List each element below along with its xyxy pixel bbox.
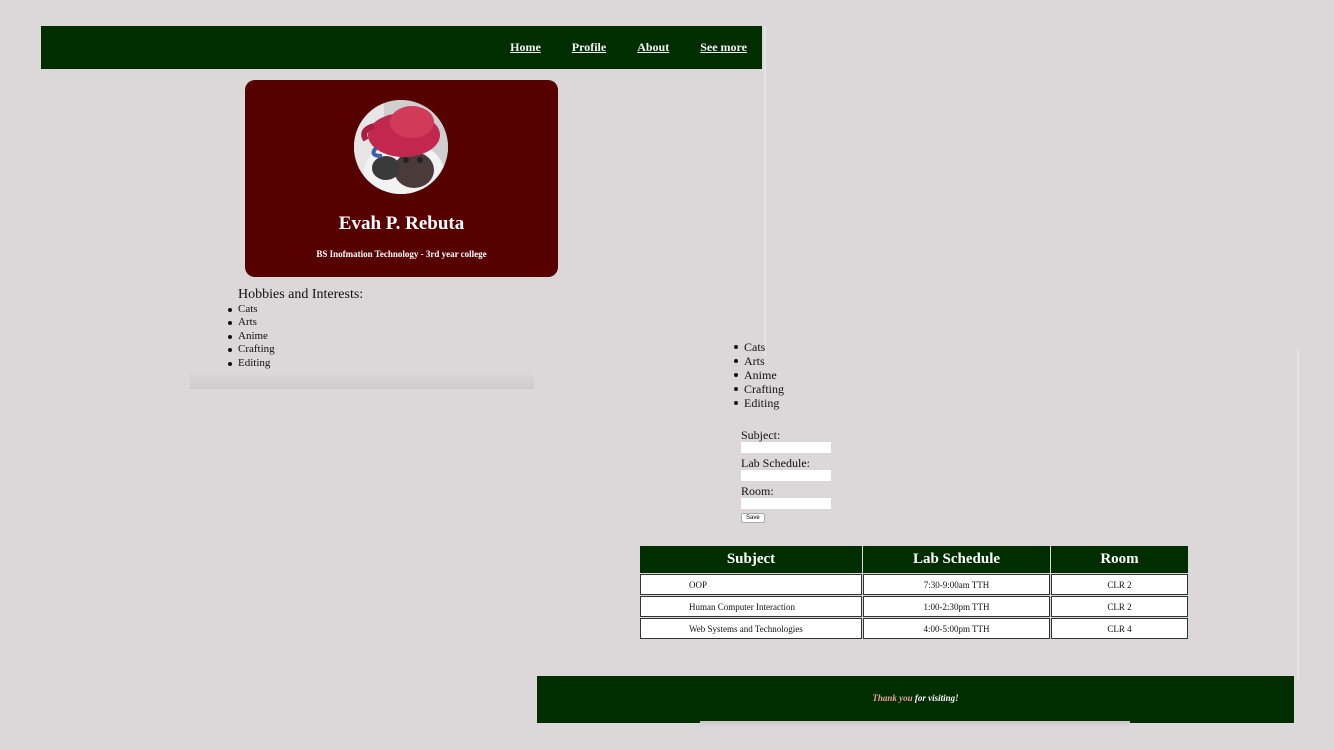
hobbies-heading: Hobbies and Interests:: [238, 287, 364, 302]
column-header-subject: Subject: [640, 546, 862, 573]
table-row: Human Computer Interaction 1:00-2:30pm T…: [640, 596, 1188, 617]
divider-line: [1297, 350, 1299, 680]
list-item: Cats: [734, 340, 784, 354]
list-item: Editing: [227, 357, 363, 370]
schedule-table: Subject Lab Schedule Room OOP 7:30-9:00a…: [639, 545, 1189, 640]
nav-profile-link[interactable]: Profile: [572, 40, 606, 55]
table-cell-room: CLR 4: [1051, 618, 1188, 639]
table-cell-subject: OOP: [640, 574, 862, 595]
nav-about-link[interactable]: About: [637, 40, 669, 55]
lab-schedule-label: Lab Schedule:: [741, 456, 810, 470]
column-header-room: Room: [1051, 546, 1188, 573]
table-cell-schedule: 1:00-2:30pm TTH: [863, 596, 1050, 617]
footer-shadow: [700, 721, 1130, 727]
profile-name: Evah P. Rebuta: [338, 213, 465, 234]
list-item: Anime: [227, 330, 363, 343]
list-item: Arts: [734, 354, 784, 368]
table-cell-schedule: 7:30-9:00am TTH: [863, 574, 1050, 595]
save-button[interactable]: Save: [741, 513, 765, 523]
section-shadow: [190, 372, 534, 389]
hobbies-list: Cats Arts Anime Crafting Editing: [227, 303, 363, 370]
footer-accent-text: Thank you: [872, 693, 913, 703]
top-navbar: Home Profile About See more: [41, 26, 762, 69]
profile-card: Evah P. Rebuta BS Inofmation Technology …: [245, 80, 558, 277]
nav-see-more-link[interactable]: See more: [700, 40, 747, 55]
table-cell-room: CLR 2: [1051, 574, 1188, 595]
table-cell-schedule: 4:00-5:00pm TTH: [863, 618, 1050, 639]
column-header-lab-schedule: Lab Schedule: [863, 546, 1050, 573]
hobbies-section: Hobbies and Interests: Cats Arts Anime C…: [227, 287, 364, 370]
footer-rest-text: for visiting!: [912, 693, 959, 703]
list-item: Crafting: [227, 343, 363, 356]
nav-home-link[interactable]: Home: [510, 40, 541, 55]
room-input[interactable]: [741, 498, 831, 509]
table-header-row: Subject Lab Schedule Room: [640, 546, 1188, 573]
hobbies-list: Cats Arts Anime Crafting Editing: [734, 340, 784, 410]
table-cell-subject: Web Systems and Technologies: [640, 618, 862, 639]
lab-schedule-input[interactable]: [741, 470, 831, 481]
divider-line: [764, 26, 766, 356]
list-item: Editing: [734, 396, 784, 410]
avatar: [354, 100, 448, 194]
footer-message: Thank you for visiting!: [537, 693, 1294, 703]
hobbies-list-repeat: Cats Arts Anime Crafting Editing: [734, 340, 784, 410]
profile-program: BS Inofmation Technology - 3rd year coll…: [316, 249, 487, 259]
subject-label: Subject:: [741, 428, 781, 442]
list-item: Arts: [227, 316, 363, 329]
list-item: Anime: [734, 368, 784, 382]
table-row: Web Systems and Technologies 4:00-5:00pm…: [640, 618, 1188, 639]
schedule-form: Subject: Lab Schedule: Room: Save: [741, 429, 831, 523]
nav-links: Home Profile About See more: [479, 40, 747, 55]
list-item: Cats: [227, 303, 363, 316]
table-row: OOP 7:30-9:00am TTH CLR 2: [640, 574, 1188, 595]
room-label: Room:: [741, 484, 774, 498]
table-cell-subject: Human Computer Interaction: [640, 596, 862, 617]
footer: Thank you for visiting!: [537, 676, 1294, 723]
list-item: Crafting: [734, 382, 784, 396]
table-cell-room: CLR 2: [1051, 596, 1188, 617]
cat-avatar-icon: [354, 100, 448, 194]
subject-input[interactable]: [741, 442, 831, 453]
